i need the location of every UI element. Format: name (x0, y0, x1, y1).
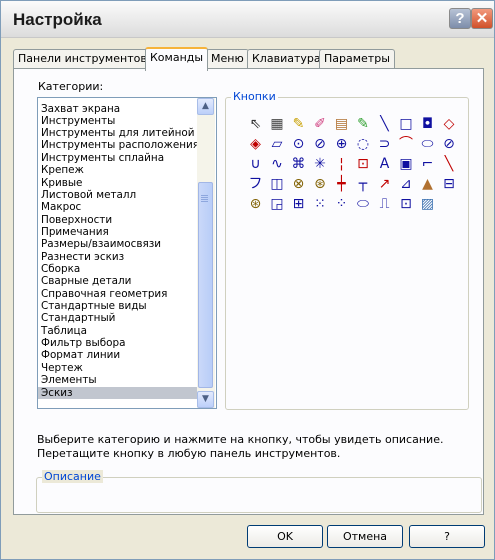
jog-line-icon[interactable]: ⊿ (398, 175, 415, 192)
rectangle-icon[interactable]: □ (398, 115, 415, 132)
help-title-button[interactable]: ? (449, 8, 471, 29)
list-item[interactable]: Листовой металл (38, 189, 199, 201)
intersection-curve-icon[interactable]: ⊗ (290, 175, 307, 192)
scroll-thumb[interactable] (198, 182, 213, 388)
tab-toolbars[interactable]: Панели инструментов (13, 49, 152, 68)
help-button[interactable]: ? (409, 525, 485, 548)
description-legend: Описание (42, 470, 103, 483)
line-icon[interactable]: ╲ (376, 115, 393, 132)
categories-scrollbar[interactable]: ▲ ▼ (197, 98, 215, 408)
face-curves-icon[interactable]: ⊛ (312, 175, 329, 192)
sagittal-arc-icon[interactable]: ⌒ (398, 135, 415, 152)
hint-text: Выберите категорию и нажмите на кнопку, … (37, 433, 444, 460)
spline-on-surface-icon[interactable]: ⌘ (290, 155, 307, 172)
tab-menu[interactable]: Меню (206, 49, 249, 68)
parallelogram-icon[interactable]: ▱ (269, 135, 286, 152)
tab-commands[interactable]: Команды (145, 47, 209, 71)
modify-icon[interactable]: ⎍ (376, 195, 393, 212)
list-item[interactable]: Сборка (38, 263, 199, 275)
list-item[interactable]: Инструменты расположения (38, 139, 199, 151)
scroll-down-icon[interactable]: ▼ (197, 391, 214, 408)
list-item[interactable]: Стандартный (38, 312, 199, 324)
tab-options[interactable]: Параметры (319, 49, 395, 68)
center-arc-icon[interactable]: ⊕ (333, 135, 350, 152)
polygon-icon[interactable]: ◈ (247, 135, 264, 152)
perimeter-circle-icon[interactable]: ⊘ (312, 135, 329, 152)
list-item[interactable]: Фильтр выбора (38, 337, 199, 349)
list-item[interactable]: Инструменты для литейной ф (38, 127, 199, 139)
list-item[interactable]: Крепеж (38, 164, 199, 176)
list-item[interactable]: Кривые (38, 177, 199, 189)
list-item[interactable]: Элементы (38, 374, 199, 386)
plane-icon[interactable]: ▣ (398, 155, 415, 172)
cancel-button[interactable]: Отмена (327, 525, 403, 548)
circular-array-icon[interactable]: ⁘ (333, 195, 350, 212)
three-point-arc-icon[interactable]: ⊃ (376, 135, 393, 152)
tab-keyboard[interactable]: Клавиатура (247, 49, 326, 68)
construction-geometry-icon[interactable]: ▲ (419, 175, 436, 192)
trim-icon[interactable]: ┿ (333, 175, 350, 192)
list-item[interactable]: Таблица (38, 325, 199, 337)
list-item[interactable]: Чертеж (38, 362, 199, 374)
list-item[interactable]: Макрос (38, 201, 199, 213)
buttons-group-legend: Кнопки (231, 90, 278, 103)
text-icon[interactable]: A (376, 155, 393, 172)
ok-button[interactable]: OK (247, 525, 323, 548)
list-item[interactable]: Справочная геометрия (38, 288, 199, 300)
convert-entities-icon[interactable]: ◫ (269, 175, 286, 192)
window-title: Настройка (13, 10, 102, 29)
centerline-icon[interactable]: ¦ (333, 155, 350, 172)
partial-ellipse-icon[interactable]: ⊘ (441, 135, 458, 152)
list-item[interactable]: Поверхности (38, 214, 199, 226)
edit-sketch-icon[interactable]: ✎ (355, 115, 372, 132)
chamfer-icon[interactable]: ╲ (441, 155, 458, 172)
list-item[interactable]: Размеры/взаимосвязи (38, 238, 199, 250)
split-icon[interactable]: ↗ (376, 175, 393, 192)
close-icon[interactable]: ✕ (471, 8, 493, 29)
move-icon[interactable]: ⊞ (290, 195, 307, 212)
extend-icon[interactable]: ┬ (355, 175, 372, 192)
list-item[interactable]: Сварные детали (38, 275, 199, 287)
tangent-arc-icon[interactable]: ◌ (355, 135, 372, 152)
spline-icon[interactable]: ∿ (269, 155, 286, 172)
point-icon[interactable]: ✳ (312, 155, 329, 172)
ellipse-icon[interactable]: ⬭ (419, 135, 436, 152)
categories-label: Категории: (38, 80, 104, 93)
list-item[interactable]: Стандартные виды (38, 300, 199, 312)
stretch-icon[interactable]: ◲ (269, 195, 286, 212)
fillet-icon[interactable]: ⌐ (419, 155, 436, 172)
dynamic-mirror-icon[interactable]: ⊛ (247, 195, 264, 212)
sketch-image-icon[interactable]: ▨ (419, 195, 436, 212)
circle-icon[interactable]: ⊙ (290, 135, 307, 152)
scroll-grip-icon (201, 195, 208, 196)
list-item[interactable]: Примечания (38, 226, 199, 238)
mirror-icon[interactable]: ⊟ (441, 175, 458, 192)
sketch-icon[interactable]: ✎ (290, 115, 307, 132)
pointer-icon[interactable]: ⇖ (247, 115, 264, 132)
list-item[interactable]: Формат линии (38, 349, 199, 361)
scroll-up-icon[interactable]: ▲ (197, 98, 214, 115)
categories-list[interactable]: Захват экрана Инструменты Инструменты дл… (37, 97, 217, 409)
3d-sketch-icon[interactable]: ✐ (312, 115, 329, 132)
offset-icon[interactable]: フ (247, 175, 264, 192)
list-item[interactable]: Захват экрана (38, 103, 199, 115)
slot-icon[interactable]: ⬭ (355, 195, 372, 212)
list-item[interactable]: Разнести эскиз (38, 251, 199, 263)
grid-icon[interactable]: ▦ (269, 115, 286, 132)
linear-pattern-2-icon[interactable]: ⊡ (398, 195, 415, 212)
parabola-icon[interactable]: ∪ (247, 155, 264, 172)
linear-pattern-icon[interactable]: ⊡ (355, 155, 372, 172)
list-item[interactable]: Инструменты сплайна (38, 152, 199, 164)
diamond-icon[interactable]: ◇ (441, 115, 458, 132)
sketch-picture-icon[interactable]: ▤ (333, 115, 350, 132)
title-bar[interactable]: Настройка ? ✕ (1, 1, 494, 38)
customize-dialog: Настройка ? ✕ Панели инструментов Команд… (0, 0, 495, 560)
linear-array-icon[interactable]: ⁙ (312, 195, 329, 212)
description-group: Описание (36, 470, 482, 513)
list-item-selected[interactable]: Эскиз (38, 387, 199, 399)
list-item[interactable]: Инструменты (38, 115, 199, 127)
center-rectangle-icon[interactable]: ◘ (419, 115, 436, 132)
